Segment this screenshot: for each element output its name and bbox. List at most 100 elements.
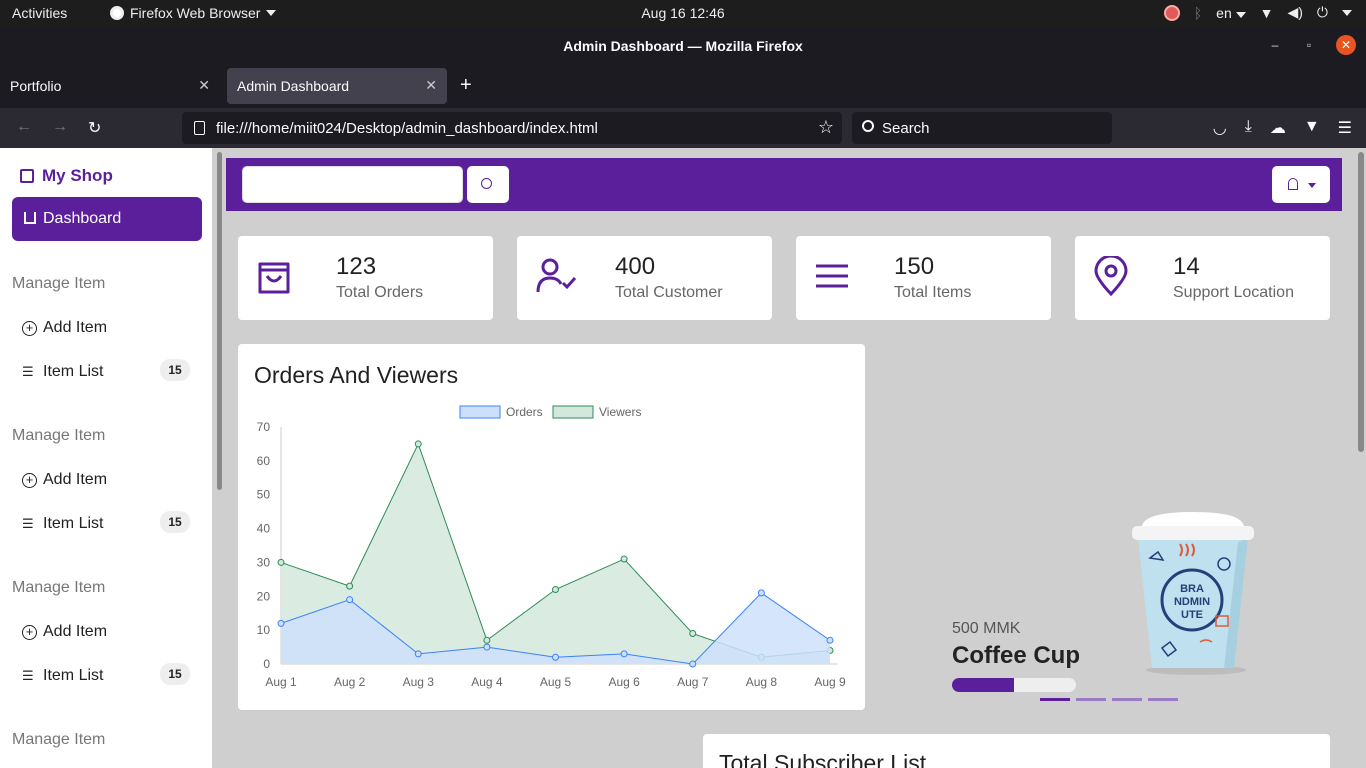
y-tick-label: 30 xyxy=(257,555,271,569)
x-tick-label: Aug 5 xyxy=(540,675,572,689)
sidebar-item-add-item[interactable]: + Add Item xyxy=(22,623,202,641)
plus-circle-icon: + xyxy=(22,472,37,488)
section-heading: Manage Item xyxy=(12,731,106,748)
system-tray[interactable]: ᛒ en ▼ ◀) ⏻ xyxy=(1163,4,1352,21)
brand[interactable]: My Shop xyxy=(20,166,113,186)
data-point-orders xyxy=(277,619,285,627)
shopping-bag-icon xyxy=(258,262,290,294)
dashboard-search-button[interactable] xyxy=(467,166,509,203)
data-point-orders xyxy=(552,653,559,661)
tab-admin-dashboard[interactable]: Admin Dashboard ✕ xyxy=(227,68,447,104)
close-tab-icon[interactable]: ✕ xyxy=(198,77,210,94)
page-content: My Shop Dashboard Manage Item + Add Item… xyxy=(0,148,1366,768)
legend-label: Orders xyxy=(506,405,543,419)
vpn-icon[interactable]: ▼ xyxy=(1304,118,1320,138)
maximize-icon[interactable]: ▫ xyxy=(1302,38,1316,52)
window-title-bar: Admin Dashboard — Mozilla Firefox – ▫ ✕ xyxy=(0,28,1366,64)
section-heading: Manage Item xyxy=(12,275,106,292)
close-window-icon[interactable]: ✕ xyxy=(1336,35,1356,55)
orders-viewers-card: Orders And Viewers 0 10 20 30 40 50 60 70 Aug 1A… xyxy=(238,344,865,710)
minimize-icon[interactable]: – xyxy=(1268,38,1282,52)
sidebar-scrollbar[interactable] xyxy=(217,152,222,490)
data-point-viewers xyxy=(277,558,285,566)
extension-icon[interactable]: ☁ xyxy=(1270,118,1286,138)
product-price: 500 MMK xyxy=(952,620,1021,637)
page-scrollbar[interactable] xyxy=(1358,152,1364,452)
stat-card-locations: 14 Support Location xyxy=(1075,236,1330,320)
data-point-viewers xyxy=(552,586,559,594)
section-heading: Manage Item xyxy=(12,427,106,444)
subscriber-card-title: Total Subscriber List xyxy=(719,750,927,768)
download-icon[interactable]: ⤓ xyxy=(1245,118,1252,138)
y-tick-label: 0 xyxy=(263,657,270,671)
search-bar[interactable]: Search xyxy=(852,112,1112,144)
y-tick-label: 60 xyxy=(257,454,271,468)
window-title: Admin Dashboard — Mozilla Firefox xyxy=(563,38,803,54)
new-tab-icon[interactable]: + xyxy=(460,74,472,97)
sidebar-item-item-list[interactable]: ☰ Item List 15 xyxy=(22,663,202,685)
volume-icon: ◀) xyxy=(1287,4,1303,20)
sidebar-item-add-item[interactable]: + Add Item xyxy=(22,471,202,489)
x-tick-label: Aug 6 xyxy=(608,675,640,689)
y-tick-label: 40 xyxy=(257,522,271,536)
data-point-orders xyxy=(414,650,422,658)
hamburger-menu-icon[interactable]: ☰ xyxy=(1338,118,1352,138)
sidebar-item-dashboard[interactable]: Dashboard xyxy=(12,197,202,241)
stat-label: Total Orders xyxy=(336,284,424,301)
x-tick-label: Aug 4 xyxy=(471,675,503,689)
tab-label: Portfolio xyxy=(10,78,62,94)
close-tab-icon[interactable]: ✕ xyxy=(425,77,437,94)
navigation-toolbar: ← → ↻ file:///home/miit024/Desktop/admin… xyxy=(0,108,1366,148)
coffee-cup-image: BRA NDMIN UTE xyxy=(1132,512,1254,675)
carousel-dot[interactable] xyxy=(1112,698,1142,701)
x-tick-label: Aug 2 xyxy=(334,675,366,689)
carousel-indicators[interactable] xyxy=(1040,698,1178,701)
activities-button[interactable]: Activities xyxy=(12,5,67,21)
sidebar-item-item-list[interactable]: ☰ Item List 15 xyxy=(22,511,202,533)
data-point-orders xyxy=(689,660,697,668)
dashboard-search-input[interactable] xyxy=(242,166,463,203)
data-point-viewers xyxy=(483,636,491,644)
orders-viewers-chart: 0 10 20 30 40 50 60 70 Aug 1 Aug 2 Aug 3 Aug 4 Aug 5… xyxy=(257,405,846,689)
x-tick-label: Aug 9 xyxy=(814,675,846,689)
x-tick-label: Aug 3 xyxy=(403,675,435,689)
list-icon: ☰ xyxy=(22,668,34,683)
stat-label: Total Items xyxy=(894,284,972,301)
plus-circle-icon: + xyxy=(22,320,37,336)
product-name: Coffee Cup xyxy=(952,642,1080,669)
back-icon[interactable]: ← xyxy=(16,118,32,136)
bluetooth-icon[interactable]: ᛒ xyxy=(1194,5,1202,21)
system-menu-chevron-icon[interactable] xyxy=(1342,9,1352,16)
stat-label: Total Customer xyxy=(615,284,723,301)
map-pin-icon xyxy=(1094,256,1128,296)
record-icon[interactable] xyxy=(1163,4,1180,21)
sidebar-item-label: Item List xyxy=(43,515,104,532)
user-icon xyxy=(1288,178,1298,190)
tab-bar: Portfolio ✕ Admin Dashboard ✕ + xyxy=(0,64,1366,108)
sidebar-item-item-list[interactable]: ☰ Item List 15 xyxy=(22,359,202,381)
user-menu-button[interactable] xyxy=(1272,166,1330,203)
pocket-icon[interactable]: ◡ xyxy=(1213,118,1227,138)
chevron-down-icon xyxy=(266,10,277,16)
legend-swatch xyxy=(552,405,594,419)
forward-icon[interactable]: → xyxy=(52,118,68,136)
carousel-dot[interactable] xyxy=(1040,698,1070,701)
stat-label: Support Location xyxy=(1173,284,1294,301)
firefox-icon xyxy=(110,6,124,20)
subscriber-card: Total Subscriber List xyxy=(703,734,1330,768)
url-bar[interactable]: file:///home/miit024/Desktop/admin_dashb… xyxy=(182,112,842,144)
legend-label: Viewers xyxy=(599,405,641,419)
carousel-dot[interactable] xyxy=(1148,698,1178,701)
sidebar-item-add-item[interactable]: + Add Item xyxy=(22,319,202,337)
shop-bag-icon xyxy=(20,169,34,183)
reload-icon[interactable]: ↻ xyxy=(88,118,101,138)
app-menu[interactable]: Firefox Web Browser xyxy=(110,5,277,21)
cup-text: BRA xyxy=(1180,583,1204,595)
y-tick-label: 20 xyxy=(257,589,271,603)
tab-portfolio[interactable]: Portfolio ✕ xyxy=(0,68,220,104)
carousel-dot[interactable] xyxy=(1076,698,1106,701)
power-icon: ⏻ xyxy=(1316,4,1328,20)
language-indicator[interactable]: en xyxy=(1216,5,1246,21)
chevron-down-icon xyxy=(1308,183,1316,188)
bookmark-star-icon[interactable]: ☆ xyxy=(818,117,834,138)
